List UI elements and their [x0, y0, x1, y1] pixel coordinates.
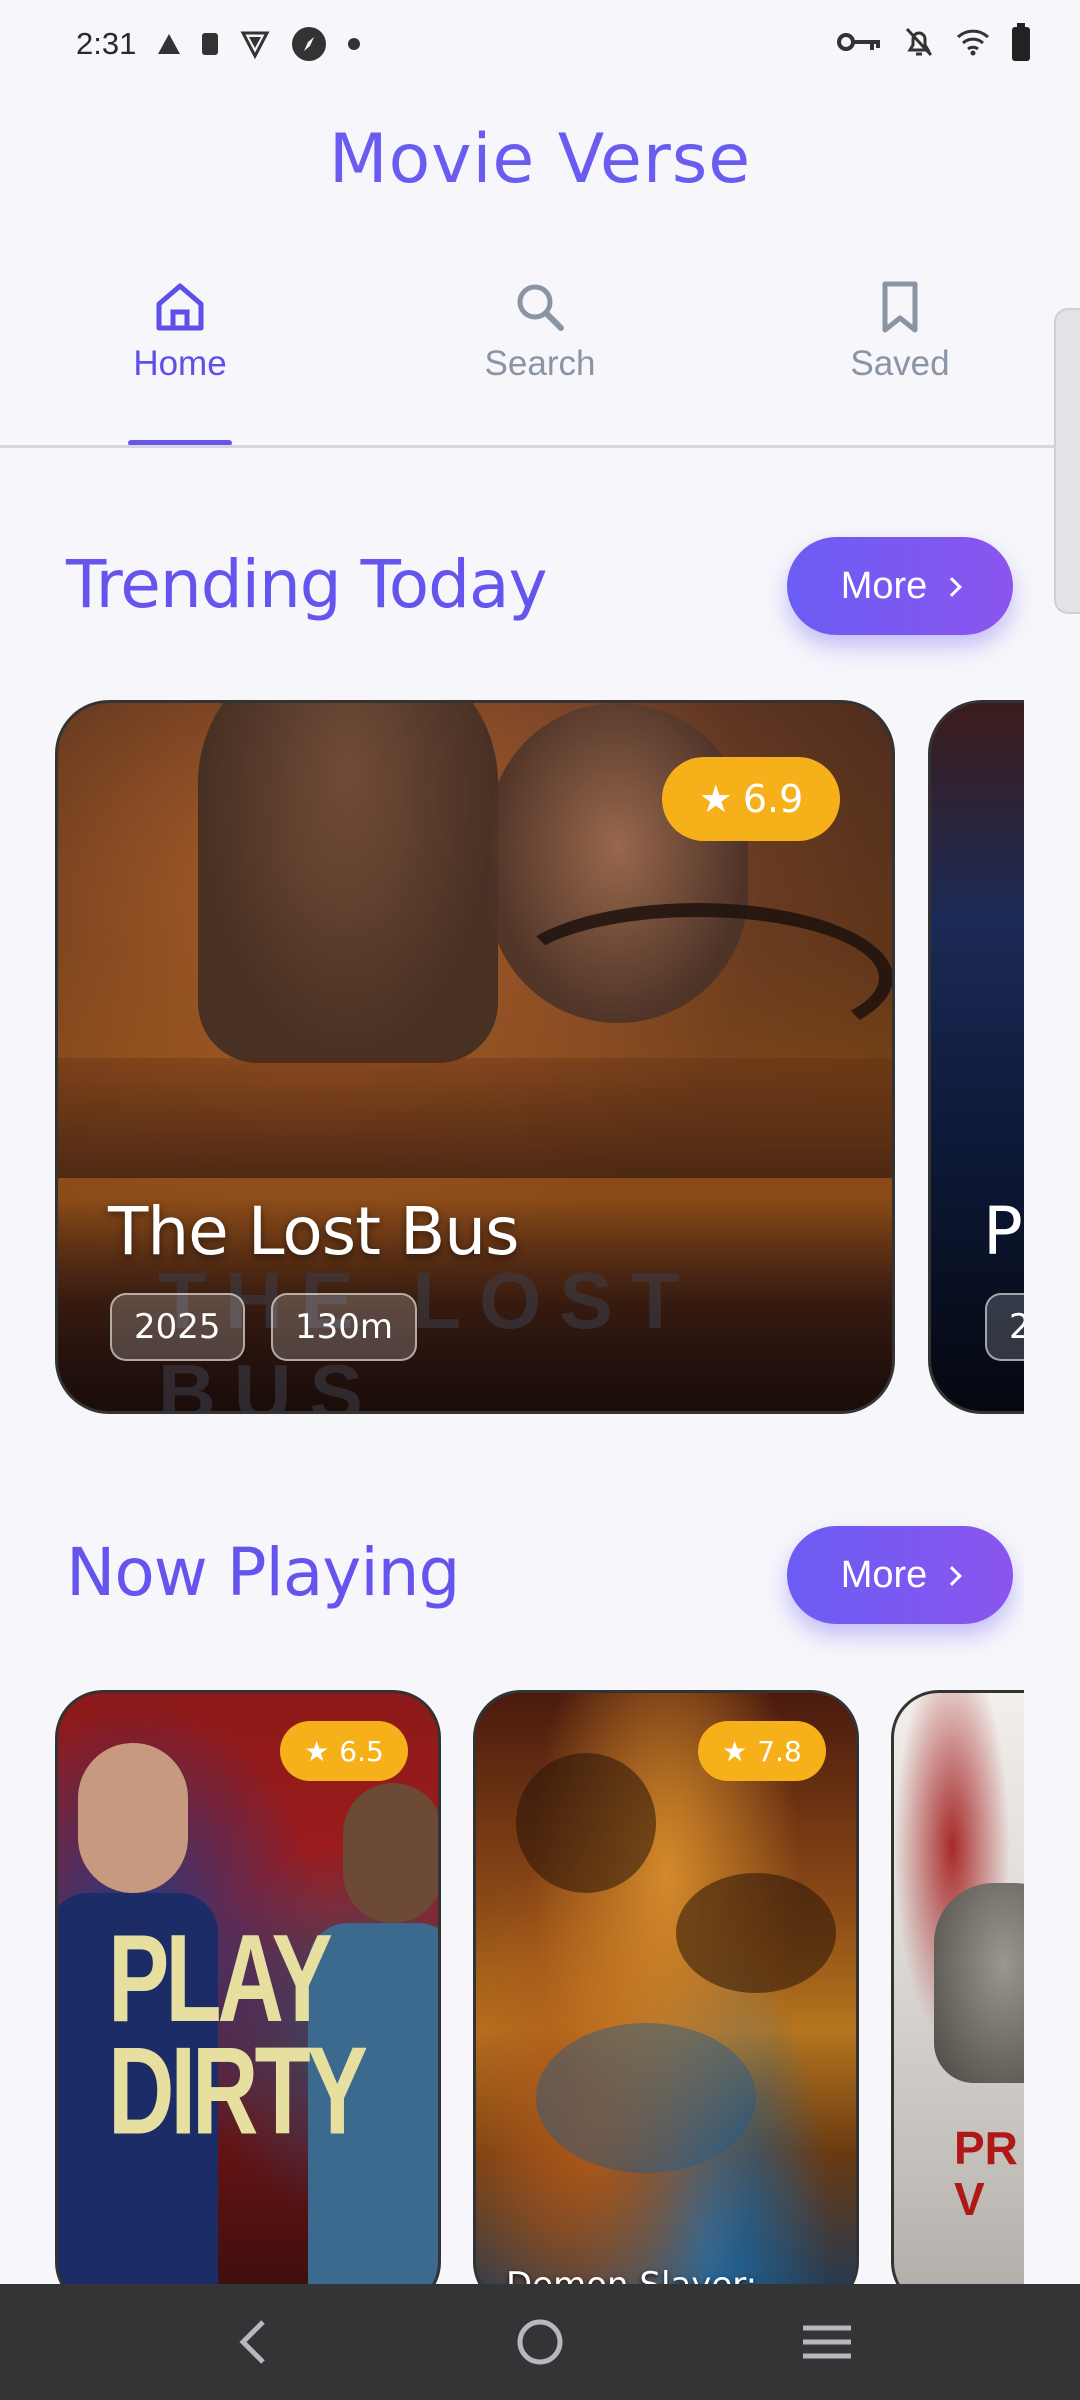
recents-button[interactable]	[787, 2302, 867, 2382]
battery-icon	[1012, 23, 1030, 61]
tab-home[interactable]: Home	[70, 280, 290, 384]
poster-wordmark: PLAY DIRTY	[108, 1910, 368, 2160]
system-nav-bar	[0, 2284, 1080, 2400]
viewport-edge	[1024, 690, 1080, 2290]
search-icon	[430, 280, 650, 334]
trending-more-button[interactable]: More	[787, 537, 1013, 635]
trending-section-title: Trending Today	[66, 546, 548, 623]
movie-title: P	[983, 1193, 1023, 1270]
poster-wordmark: PR V	[954, 2122, 1018, 2225]
chevron-right-icon	[942, 577, 963, 597]
compass-icon	[292, 27, 327, 61]
movie-poster-card[interactable]: ★ 7.8 Demon Slayer:	[473, 1690, 859, 2310]
rating-value: 6.9	[742, 777, 804, 821]
tab-bar: Home Search Saved	[0, 280, 1080, 448]
shield-icon	[240, 29, 270, 60]
runtime-chip: 130m	[271, 1293, 418, 1361]
scrollbar[interactable]	[1054, 308, 1080, 614]
poster-wordmark: THE LOST BUS	[158, 1256, 698, 1414]
app-title: Movie Verse	[328, 120, 752, 199]
sim-card-icon	[202, 33, 219, 55]
rating-badge: ★ 6.9	[662, 757, 840, 841]
poster-figure	[198, 703, 498, 1063]
star-icon: ★	[722, 1734, 748, 1768]
movie-title: The Lost Bus	[108, 1193, 519, 1270]
tab-home-label: Home	[133, 344, 227, 383]
more-button-label: More	[840, 564, 928, 607]
poster-face	[78, 1743, 188, 1893]
year-chip: 2025	[110, 1293, 245, 1361]
rating-badge: ★ 6.5	[280, 1721, 408, 1781]
poster-steering-wheel	[503, 903, 892, 1053]
home-icon	[70, 280, 290, 334]
back-button[interactable]	[213, 2302, 293, 2382]
vpn-key-icon	[836, 30, 882, 58]
status-left: 2:31	[76, 26, 361, 62]
now-playing-section-title: Now Playing	[66, 1534, 460, 1611]
movie-poster-card[interactable]: PLAY DIRTY ★ 6.5	[55, 1690, 441, 2310]
notification-dot-icon	[348, 38, 361, 50]
poster-art	[676, 1873, 836, 1993]
rating-value: 6.5	[339, 1734, 384, 1768]
back-icon	[239, 2320, 266, 2364]
tab-search[interactable]: Search	[430, 280, 650, 384]
more-button-label: More	[840, 1553, 928, 1596]
warning-icon	[158, 34, 181, 54]
tab-saved-label: Saved	[850, 344, 950, 383]
home-nav-button[interactable]	[500, 2302, 580, 2382]
poster-face	[343, 1783, 438, 1923]
status-time: 2:31	[76, 26, 137, 61]
star-icon: ★	[304, 1734, 330, 1768]
poster-art	[536, 2023, 756, 2173]
status-bar: 2:31	[0, 0, 1080, 88]
status-right	[836, 23, 1030, 62]
trending-card[interactable]: THE LOST BUS ★ 6.9 The Lost Bus 2025 130…	[55, 700, 895, 1414]
tab-search-label: Search	[484, 344, 596, 383]
poster-art	[516, 1753, 656, 1893]
menu-icon	[802, 2325, 851, 2359]
tab-saved[interactable]: Saved	[790, 280, 1010, 384]
now-playing-more-button[interactable]: More	[787, 1526, 1013, 1624]
bookmark-icon	[790, 280, 1010, 334]
rating-value: 7.8	[757, 1734, 802, 1768]
notifications-off-icon	[904, 26, 934, 62]
wifi-icon	[956, 28, 990, 60]
circle-home-icon	[517, 2319, 563, 2365]
star-icon: ★	[698, 777, 733, 821]
tabs-divider	[0, 445, 1080, 448]
rating-badge: ★ 7.8	[698, 1721, 826, 1781]
chevron-right-icon	[942, 1566, 963, 1586]
